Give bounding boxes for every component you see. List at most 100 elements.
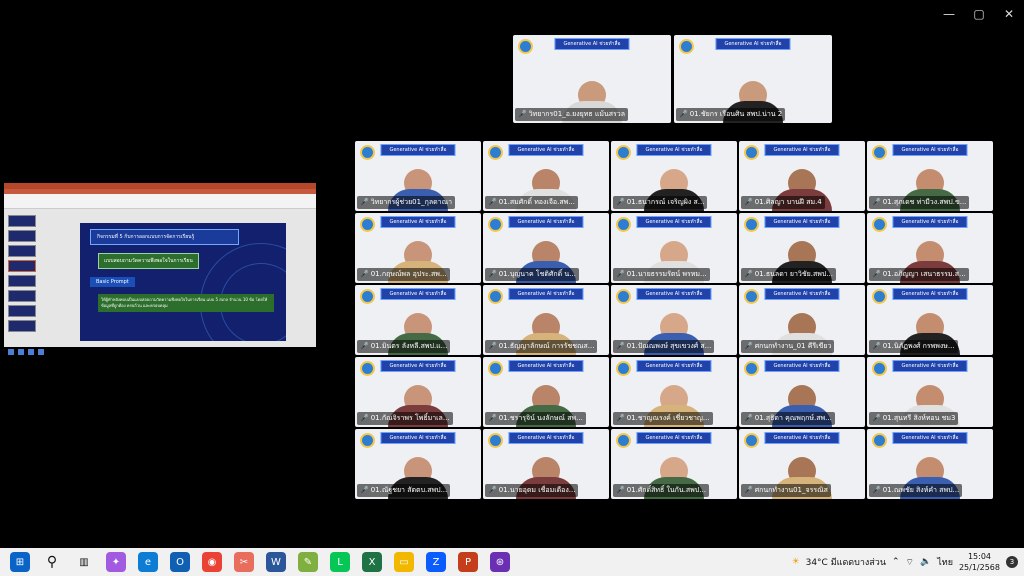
powerpoint-icon[interactable]: P xyxy=(458,552,478,572)
participant-tile[interactable]: Generative AI ช่วยทำสื่อ 🎤 01.ชาญณรงค์ เชี… xyxy=(611,357,737,427)
shared-taskbar xyxy=(4,347,316,359)
mic-muted-icon: 🎤 xyxy=(616,414,625,422)
participant-tile[interactable]: Generative AI ช่วยทำสื่อ 🎤 01.อภิญญา เสนาธ… xyxy=(867,213,993,283)
word-icon[interactable]: W xyxy=(266,552,286,572)
participant-tile[interactable]: Generative AI ช่วยทำสื่อ 🎤 01.ธนากรณ์ เจริ… xyxy=(611,141,737,211)
participant-tile[interactable]: Generative AI ช่วยทำสื่อ 🎤 01.ศิลญา บานฝี … xyxy=(739,141,865,211)
tile-banner: Generative AI ช่วยทำสื่อ xyxy=(715,38,791,50)
wifi-icon[interactable]: ⌔ xyxy=(906,557,914,568)
school-logo-icon xyxy=(616,289,631,304)
slide-thumbnail[interactable] xyxy=(8,305,36,317)
clock-time: 15:04 xyxy=(967,552,992,561)
outlook-icon[interactable]: O xyxy=(170,552,190,572)
participant-tile[interactable]: Generative AI ช่วยทำสื่อ 🎤 01.มินตร ลังหลี… xyxy=(355,285,481,355)
tile-banner: Generative AI ช่วยทำสื่อ xyxy=(764,360,840,372)
notification-badge[interactable]: 3 xyxy=(1006,556,1018,568)
participant-name: 🎤 01.สุธิดา คุณพฤกษ์.สพ... xyxy=(741,412,835,425)
tile-banner: Generative AI ช่วยทำสื่อ xyxy=(380,432,456,444)
mic-muted-icon: 🎤 xyxy=(360,414,369,422)
file-explorer-icon[interactable]: ▭ xyxy=(394,552,414,572)
maximize-icon[interactable]: ▢ xyxy=(964,4,994,24)
participant-tile[interactable]: Generative AI ช่วยทำสื่อ 🎤 01.ธนลดา ยาวิชั… xyxy=(739,213,865,283)
clock[interactable]: 15:04 25/1/2568 xyxy=(959,551,1000,573)
participant-tile[interactable]: Generative AI ช่วยทำสื่อ 🎤 01.นายธรรมรัตน์… xyxy=(611,213,737,283)
windows-start-icon[interactable]: ⊞ xyxy=(10,552,30,572)
participant-tile[interactable]: Generative AI ช่วยทำสื่อ 🎤 01.กฤษณ์พล อุปร… xyxy=(355,213,481,283)
speaker-tile[interactable]: Generative AI ช่วยทำสื่อ 🎤 01.ชัยกร เรือนศ… xyxy=(674,35,832,123)
participant-name: 🎤 01.ธัญญาลักษณ์ การรัชชณส... xyxy=(485,340,598,353)
slide-thumbnail[interactable] xyxy=(8,320,36,332)
participant-tile[interactable]: Generative AI ช่วยทำสื่อ 🎤 01.บุญนาค โชติศ… xyxy=(483,213,609,283)
participant-name: 🎤 01.กฤษณ์พล อุประ.สพ... xyxy=(357,268,450,281)
school-logo-icon xyxy=(872,433,887,448)
participant-name: 🎤 01.ศักดิ์สิทธิ์ ในกัน.สพป... xyxy=(613,484,709,497)
participant-tile[interactable]: Generative AI ช่วยทำสื่อ 🎤 01.นิภัฏพงศ์ กร… xyxy=(867,285,993,355)
participant-tile[interactable]: Generative AI ช่วยทำสื่อ 🎤 01.กัณจิราพร โพ… xyxy=(355,357,481,427)
weather-text[interactable]: 34°C มีแดดบางส่วน xyxy=(806,555,886,569)
copilot-icon[interactable]: ✦ xyxy=(106,552,126,572)
participant-tile[interactable]: Generative AI ช่วยทำสื่อ 🎤 ศกนกทำงาน01_จรร… xyxy=(739,429,865,499)
slide-thumbnail[interactable] xyxy=(8,260,36,272)
school-logo-icon xyxy=(488,217,503,232)
participant-name: 🎤 01.นายธรรมรัตน์ พรหม... xyxy=(613,268,710,281)
slide-thumbnail[interactable] xyxy=(8,245,36,257)
search-icon[interactable]: ⚲ xyxy=(42,552,62,572)
shared-screen: กิจกรรมที่ 5 ก้บการออกแบบการจัดการเรียนร… xyxy=(4,183,316,359)
school-logo-icon xyxy=(488,145,503,160)
participant-name: 🎤 01.นิภัฏพงศ์ กรพพงษ... xyxy=(869,340,958,353)
weather-icon[interactable]: ☀ xyxy=(792,557,800,567)
participant-tile[interactable]: Generative AI ช่วยทำสื่อ 🎤 01.ชรารุจิน์ นง… xyxy=(483,357,609,427)
participant-tile[interactable]: Generative AI ช่วยทำสื่อ 🎤 01.ปัณณพงษ์ สุข… xyxy=(611,285,737,355)
participant-tile[interactable]: Generative AI ช่วยทำสื่อ 🎤 ศกนกทำงาน_01 คี… xyxy=(739,285,865,355)
slide-thumbnail[interactable] xyxy=(8,290,36,302)
slide-thumbnail[interactable] xyxy=(8,275,36,287)
edge-icon[interactable]: e xyxy=(138,552,158,572)
snipping-tool-icon[interactable]: ✂ xyxy=(234,552,254,572)
participant-tile[interactable]: Generative AI ช่วยทำสื่อ 🎤 วิทยากรผู้ช่วย0… xyxy=(355,141,481,211)
school-logo-icon xyxy=(360,433,375,448)
volume-icon[interactable]: 🔈 xyxy=(920,557,931,567)
slide-thumbnail[interactable] xyxy=(8,230,36,242)
participant-tile[interactable]: Generative AI ช่วยทำสื่อ 🎤 01.ณัฐชยา สัตตบ… xyxy=(355,429,481,499)
tile-banner: Generative AI ช่วยทำสื่อ xyxy=(380,144,456,156)
participant-tile[interactable]: Generative AI ช่วยทำสื่อ 🎤 01.สุภเดช ท่ามี… xyxy=(867,141,993,211)
taskbar-icon xyxy=(38,349,44,355)
line-icon[interactable]: L xyxy=(330,552,350,572)
app-icon[interactable]: ⊛ xyxy=(490,552,510,572)
close-icon[interactable]: ✕ xyxy=(994,4,1024,24)
tile-banner: Generative AI ช่วยทำสื่อ xyxy=(508,144,584,156)
mic-muted-icon: 🎤 xyxy=(518,110,527,118)
school-logo-icon xyxy=(872,145,887,160)
participant-tile[interactable]: Generative AI ช่วยทำสื่อ 🎤 01.นายอุดม เชื่… xyxy=(483,429,609,499)
participant-name: 🎤 01.ปัณณพงษ์ สุขเขวงศ์ ส... xyxy=(613,340,715,353)
tile-banner: Generative AI ช่วยทำสื่อ xyxy=(554,38,630,50)
participant-name: 🎤 วิทยากรผู้ช่วย01_กุลดาณา xyxy=(357,196,456,209)
mic-muted-icon: 🎤 xyxy=(872,414,881,422)
chrome-icon[interactable]: ◉ xyxy=(202,552,222,572)
mic-muted-icon: 🎤 xyxy=(360,342,369,350)
participant-name: 🎤 01.กัณจิราพร โพธิ์มาเล... xyxy=(357,412,453,425)
mic-muted-icon: 🎤 xyxy=(744,342,753,350)
language-indicator[interactable]: ไทย xyxy=(937,555,953,569)
mic-muted-icon: 🎤 xyxy=(616,342,625,350)
participant-tile[interactable]: Generative AI ช่วยทำสื่อ 🎤 01.ณพชัย สิงห์ค… xyxy=(867,429,993,499)
participant-tile[interactable]: Generative AI ช่วยทำสื่อ 🎤 01.สมศักดิ์ ทอง… xyxy=(483,141,609,211)
participant-name: 🎤 วิทยากร01_อ.ยงยุทธ แม้นสรวล xyxy=(515,108,629,121)
minimize-icon[interactable]: — xyxy=(934,4,964,24)
participant-tile[interactable]: Generative AI ช่วยทำสื่อ 🎤 01.สุธิดา คุณพฤ… xyxy=(739,357,865,427)
task-view-icon[interactable]: ▥ xyxy=(74,552,94,572)
zoom-icon[interactable]: Z xyxy=(426,552,446,572)
tile-banner: Generative AI ช่วยทำสื่อ xyxy=(380,216,456,228)
excel-icon[interactable]: X xyxy=(362,552,382,572)
participant-tile[interactable]: Generative AI ช่วยทำสื่อ 🎤 01.ศักดิ์สิทธิ์… xyxy=(611,429,737,499)
speaker-tile[interactable]: Generative AI ช่วยทำสื่อ 🎤 วิทยากร01_อ.ยงย… xyxy=(513,35,671,123)
app-icon[interactable]: ✎ xyxy=(298,552,318,572)
tile-banner: Generative AI ช่วยทำสื่อ xyxy=(892,432,968,444)
chevron-up-icon[interactable]: ⌃ xyxy=(892,557,900,567)
tile-banner: Generative AI ช่วยทำสื่อ xyxy=(508,216,584,228)
participant-name: 🎤 01.สุนทรี สิงห์ทอน ชม3 xyxy=(869,412,959,425)
tile-banner: Generative AI ช่วยทำสื่อ xyxy=(764,216,840,228)
participant-tile[interactable]: Generative AI ช่วยทำสื่อ 🎤 01.ธัญญาลักษณ์ … xyxy=(483,285,609,355)
slide-thumbnail[interactable] xyxy=(8,215,36,227)
participant-tile[interactable]: Generative AI ช่วยทำสื่อ 🎤 01.สุนทรี สิงห์… xyxy=(867,357,993,427)
